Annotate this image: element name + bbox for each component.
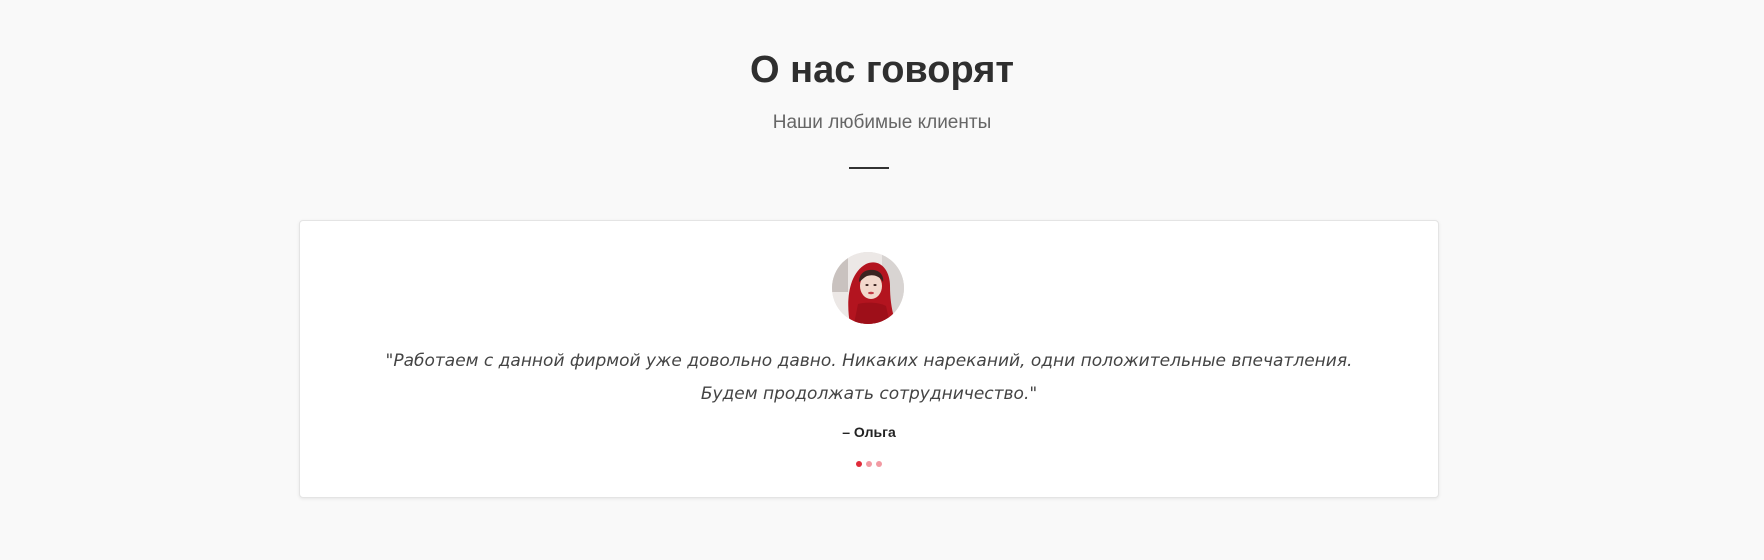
- carousel-dot-3[interactable]: [876, 461, 882, 467]
- carousel-dot-2[interactable]: [866, 461, 872, 467]
- section-title: О нас говорят: [750, 49, 1014, 91]
- client-avatar: [832, 252, 904, 324]
- testimonial-quote: "Работаем с данной фирмой уже довольно д…: [385, 351, 1353, 404]
- testimonial-card: "Работаем с данной фирмой уже довольно д…: [299, 220, 1439, 498]
- carousel-pagination: [300, 461, 1438, 467]
- client-photo-icon: [832, 252, 904, 324]
- testimonial-author: – Ольга: [842, 424, 896, 440]
- title-divider: [849, 167, 889, 169]
- section-subtitle: Наши любимые клиенты: [772, 112, 992, 133]
- carousel-dot-1[interactable]: [856, 461, 862, 467]
